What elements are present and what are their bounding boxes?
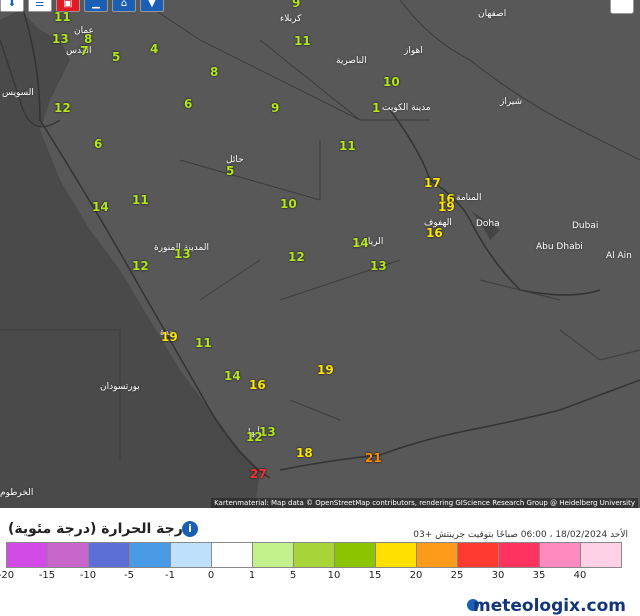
temp-marker[interactable]: 14	[224, 369, 241, 383]
scale-label: -5	[124, 570, 134, 581]
weather-map[interactable]: ⬇ ☰ ▣ ▁ ⌂ ▼ كربلاء اصفهان الناصرية اهواز…	[0, 0, 640, 508]
fullscreen-button[interactable]	[610, 0, 634, 14]
temp-marker[interactable]: 12	[246, 430, 263, 444]
scale-swatch	[253, 543, 294, 567]
map-base	[0, 0, 640, 508]
scale-label: 30	[491, 570, 505, 581]
scale-labels: -20-15-10-5-101510152025303540	[0, 570, 636, 584]
scale-label: 5	[289, 570, 297, 581]
city-label: Doha	[476, 219, 500, 229]
city-label: مدينة الكويت	[382, 103, 431, 113]
scale-swatch	[417, 543, 458, 567]
temp-marker[interactable]: 13	[370, 259, 387, 273]
temp-marker[interactable]: 7	[80, 44, 88, 58]
temp-marker[interactable]: 19	[438, 200, 455, 214]
scale-label: 40	[573, 570, 587, 581]
temp-marker[interactable]: 16	[426, 226, 443, 240]
temp-marker[interactable]: 21	[365, 451, 382, 465]
city-label: بورتسودان	[100, 382, 140, 392]
scale-swatch	[294, 543, 335, 567]
chart-icon[interactable]: ▁	[84, 0, 108, 12]
temp-marker[interactable]: 6	[184, 97, 192, 111]
scale-swatch	[212, 543, 253, 567]
city-label: المنامة	[456, 193, 482, 203]
temp-marker[interactable]: 12	[54, 101, 71, 115]
scale-swatch	[48, 543, 89, 567]
scale-swatch	[458, 543, 499, 567]
city-label: شيراز	[500, 97, 523, 107]
temp-marker[interactable]: 17	[424, 176, 441, 190]
city-label: Al Ain	[606, 251, 632, 261]
city-label: Dubai	[572, 221, 599, 231]
scale-label: -10	[79, 570, 97, 581]
scale-swatch	[581, 543, 621, 567]
city-label: اهواز	[404, 46, 423, 56]
scale-swatch	[335, 543, 376, 567]
scale-swatch	[130, 543, 171, 567]
scale-swatch	[376, 543, 417, 567]
scale-label: -15	[38, 570, 56, 581]
temp-marker[interactable]: 11	[195, 336, 212, 350]
temp-marker[interactable]: 14	[92, 200, 109, 214]
city-label: Abu Dhabi	[536, 242, 583, 252]
temp-marker[interactable]: 19	[317, 363, 334, 377]
stations-icon[interactable]: ⌂	[112, 0, 136, 12]
temp-marker[interactable]: 11	[54, 10, 71, 24]
temp-marker[interactable]: 6	[94, 137, 102, 151]
temp-marker[interactable]: 9	[292, 0, 300, 10]
temp-marker[interactable]: 18	[296, 446, 313, 460]
temp-marker[interactable]: 8	[210, 65, 218, 79]
temp-marker[interactable]: 5	[112, 50, 120, 64]
city-label: الخرطوم	[0, 488, 34, 498]
temp-marker[interactable]: 11	[294, 34, 311, 48]
city-label: كربلاء	[280, 14, 302, 24]
temp-marker[interactable]: 16	[249, 378, 266, 392]
temp-marker[interactable]: 11	[339, 139, 356, 153]
download-icon[interactable]: ⬇	[0, 0, 24, 12]
scale-label: 20	[409, 570, 423, 581]
scale-label: 25	[450, 570, 464, 581]
scale-swatch	[171, 543, 212, 567]
city-label: اصفهان	[478, 9, 507, 19]
scale-swatch	[499, 543, 540, 567]
scale-label: 10	[327, 570, 341, 581]
temp-marker[interactable]: 9	[271, 101, 279, 115]
map-toolbar: ⬇ ☰ ▣ ▁ ⌂ ▼	[0, 0, 164, 12]
temp-marker[interactable]: 10	[383, 75, 400, 89]
scale-label: 1	[248, 570, 256, 581]
temp-marker[interactable]: 14	[352, 236, 369, 250]
scale-label: 15	[368, 570, 382, 581]
temp-marker[interactable]: 13	[52, 32, 69, 46]
temp-marker[interactable]: 10	[280, 197, 297, 211]
temp-marker[interactable]: 11	[132, 193, 149, 207]
scale-label: 35	[532, 570, 546, 581]
temp-marker[interactable]: 19	[161, 330, 178, 344]
temp-marker[interactable]: 1	[372, 101, 380, 115]
layers-icon[interactable]: ☰	[28, 0, 52, 12]
temp-marker[interactable]: 27	[250, 467, 267, 481]
legend-panel: درجة الحرارة (درجة مئوية) i الأحد 18/02/…	[0, 508, 640, 616]
scale-swatch	[7, 543, 48, 567]
map-attribution: Kartenmaterial: Map data © OpenStreetMap…	[211, 498, 638, 508]
scale-label: -1	[165, 570, 175, 581]
temp-marker[interactable]: 12	[288, 250, 305, 264]
temp-marker[interactable]: 12	[132, 259, 149, 273]
forecast-date: الأحد 18/02/2024 ، 06:00 صباحًا بتوقيت ج…	[413, 530, 628, 540]
scale-label: 0	[207, 570, 215, 581]
brand-name[interactable]: meteologix.com	[473, 596, 626, 616]
temp-marker[interactable]: 13	[174, 247, 191, 261]
city-label: السويس	[2, 88, 34, 98]
scale-swatch	[89, 543, 130, 567]
info-icon[interactable]: i	[182, 521, 198, 537]
temp-marker[interactable]: 4	[150, 42, 158, 56]
temp-marker[interactable]: 5	[226, 164, 234, 178]
legend-title: درجة الحرارة (درجة مئوية)	[8, 521, 190, 537]
scale-swatch	[540, 543, 581, 567]
city-label: الناصرية	[336, 56, 367, 66]
color-scale	[6, 542, 622, 568]
scale-label: -20	[0, 570, 15, 581]
location-icon[interactable]: ▼	[140, 0, 164, 12]
